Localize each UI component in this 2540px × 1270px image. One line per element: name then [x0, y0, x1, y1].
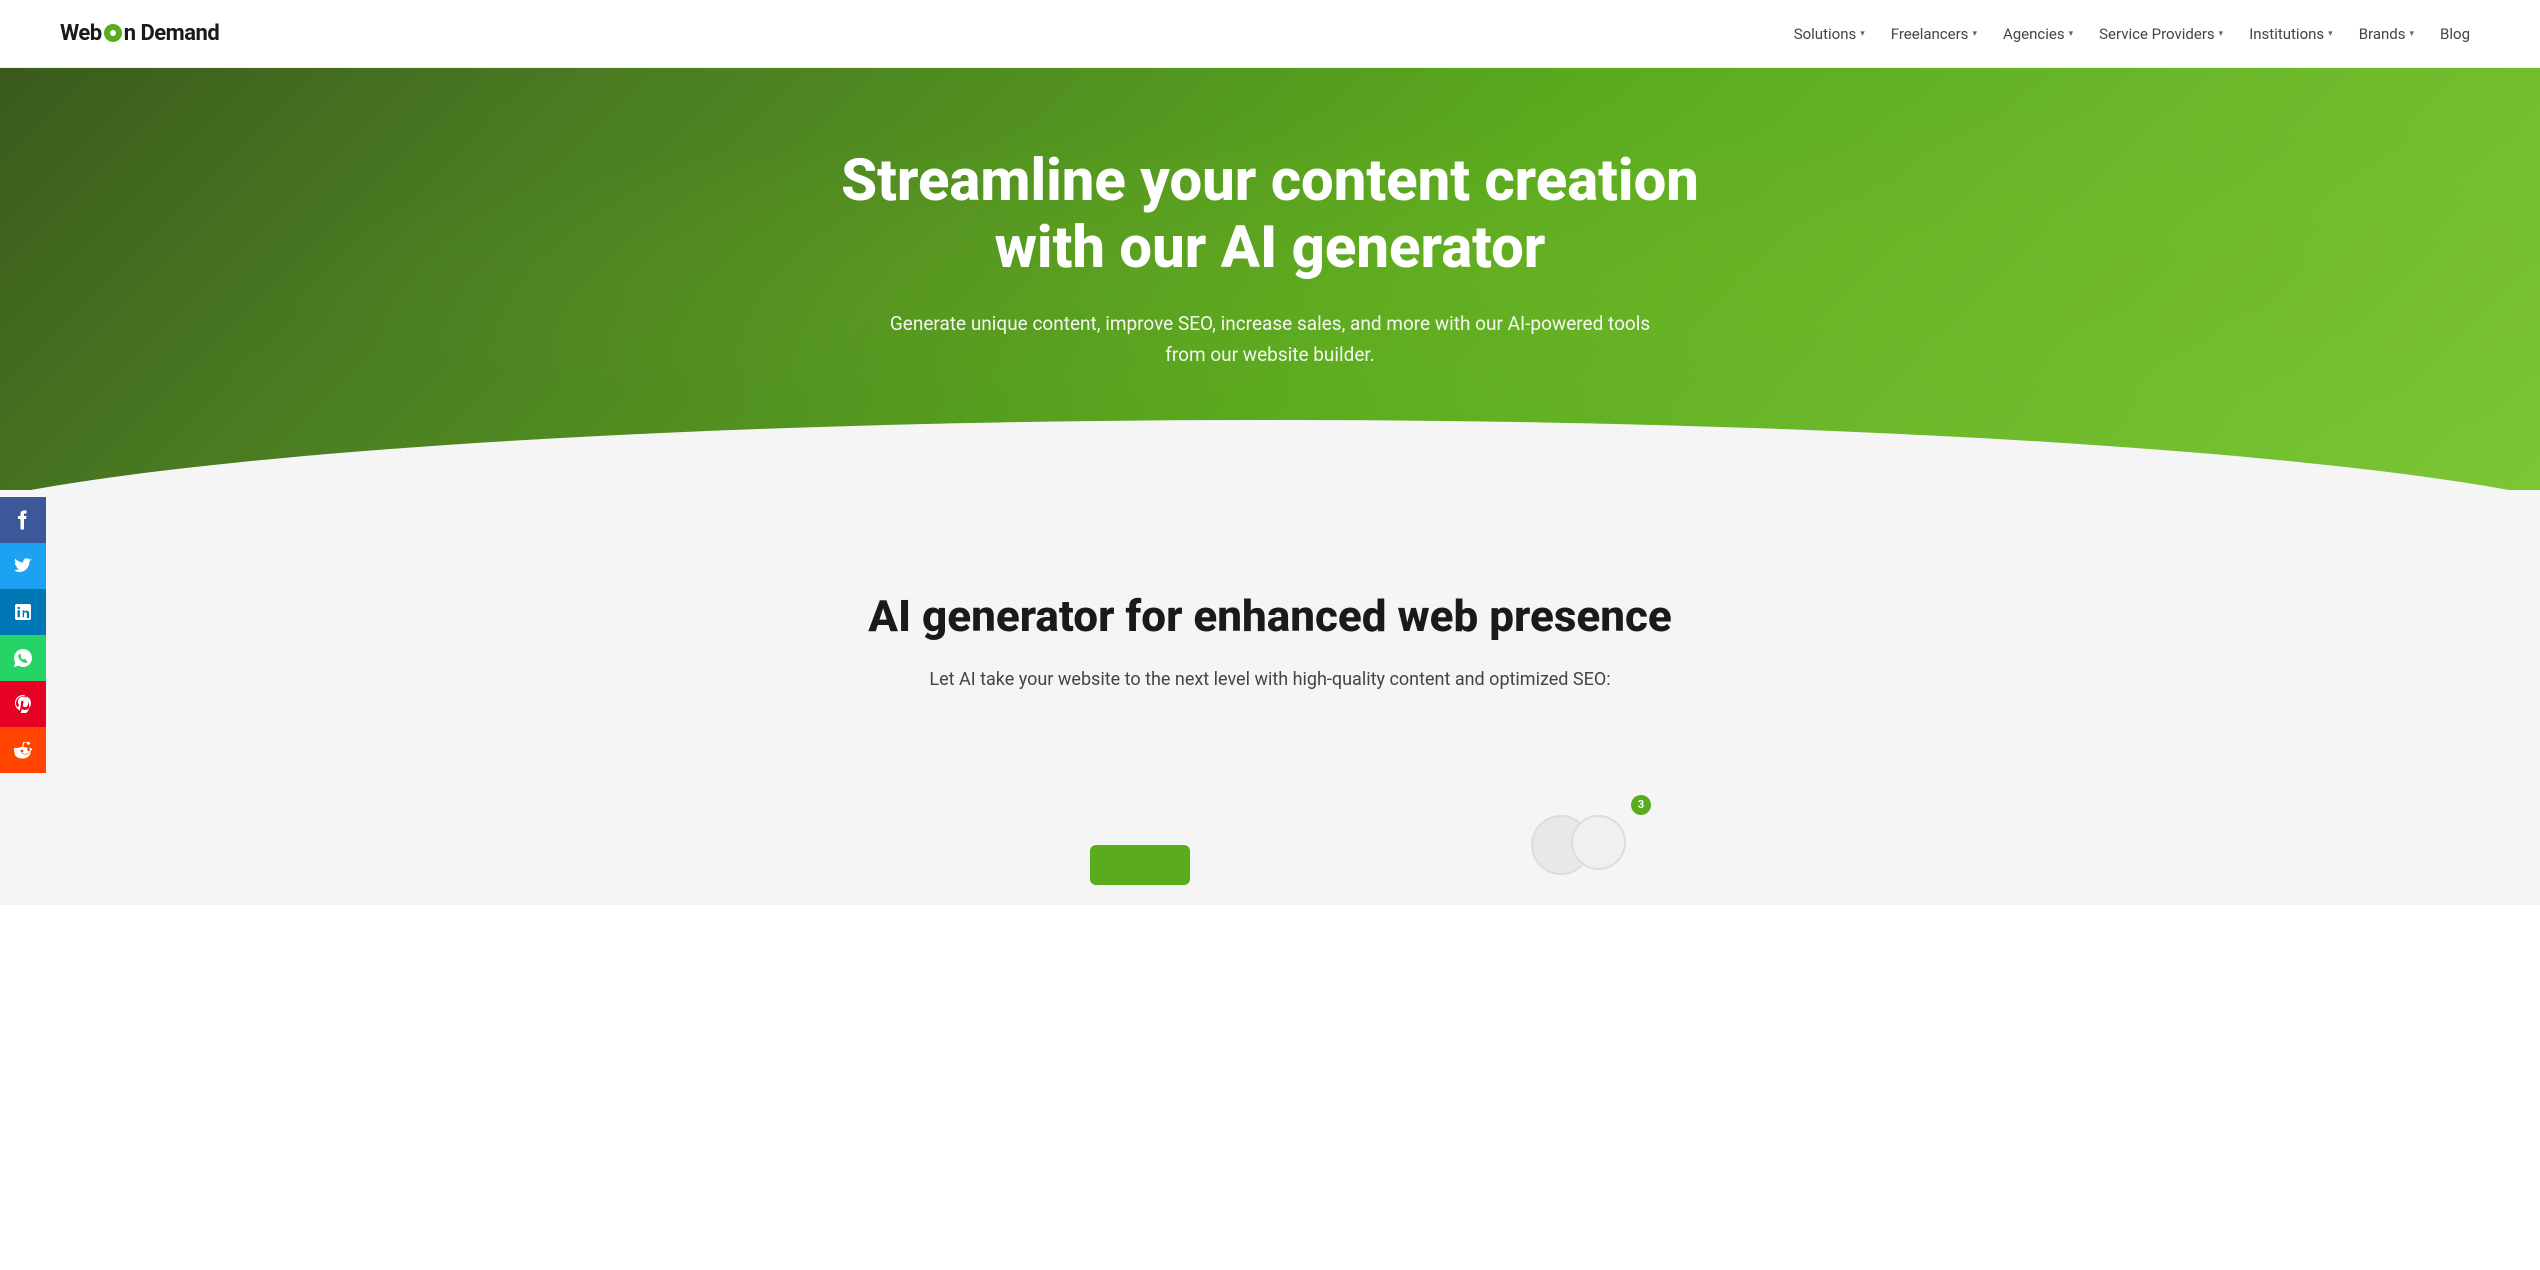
- cta-button-hint: [1090, 845, 1190, 885]
- reddit-share-button[interactable]: [0, 727, 46, 773]
- nav-agencies[interactable]: Agencies ▾: [1993, 19, 2083, 49]
- logo-text-before: Web: [60, 21, 102, 46]
- whatsapp-share-button[interactable]: [0, 635, 46, 681]
- solutions-chevron-icon: ▾: [1860, 29, 1865, 39]
- nav-institutions[interactable]: Institutions ▾: [2239, 19, 2343, 49]
- header: Web n Demand Solutions ▾ Freelancers ▾ A…: [0, 0, 2540, 68]
- nav-solutions[interactable]: Solutions ▾: [1784, 19, 1875, 49]
- notification-circle-2: [1571, 815, 1626, 870]
- twitter-share-button[interactable]: [0, 543, 46, 589]
- social-sidebar: [0, 497, 46, 773]
- logo[interactable]: Web n Demand: [60, 21, 219, 46]
- section-subtitle: Let AI take your website to the next lev…: [920, 666, 1620, 695]
- brands-chevron-icon: ▾: [2409, 29, 2414, 39]
- hero-section: Streamline your content creation with ou…: [0, 68, 2540, 490]
- logo-text-after: n Demand: [124, 21, 220, 46]
- service-providers-chevron-icon: ▾: [2219, 29, 2224, 39]
- nav-service-providers[interactable]: Service Providers ▾: [2089, 19, 2233, 49]
- facebook-share-button[interactable]: [0, 497, 46, 543]
- bottom-area: 3: [0, 755, 2540, 905]
- section-title: AI generator for enhanced web presence: [200, 590, 2340, 642]
- logo-icon: [104, 24, 122, 42]
- linkedin-share-button[interactable]: [0, 589, 46, 635]
- pinterest-share-button[interactable]: [0, 681, 46, 727]
- hero-title: Streamline your content creation with ou…: [820, 148, 1720, 281]
- main-nav: Solutions ▾ Freelancers ▾ Agencies ▾ Ser…: [1784, 19, 2480, 49]
- content-section: AI generator for enhanced web presence L…: [0, 490, 2540, 755]
- freelancers-chevron-icon: ▾: [1972, 29, 1977, 39]
- agencies-chevron-icon: ▾: [2069, 29, 2074, 39]
- notification-hint: 3: [1531, 795, 1651, 875]
- nav-brands[interactable]: Brands ▾: [2349, 19, 2424, 49]
- hero-subtitle: Generate unique content, improve SEO, in…: [870, 309, 1670, 370]
- institutions-chevron-icon: ▾: [2328, 29, 2333, 39]
- nav-blog[interactable]: Blog: [2430, 19, 2480, 49]
- nav-freelancers[interactable]: Freelancers ▾: [1881, 19, 1987, 49]
- notification-badge: 3: [1631, 795, 1651, 815]
